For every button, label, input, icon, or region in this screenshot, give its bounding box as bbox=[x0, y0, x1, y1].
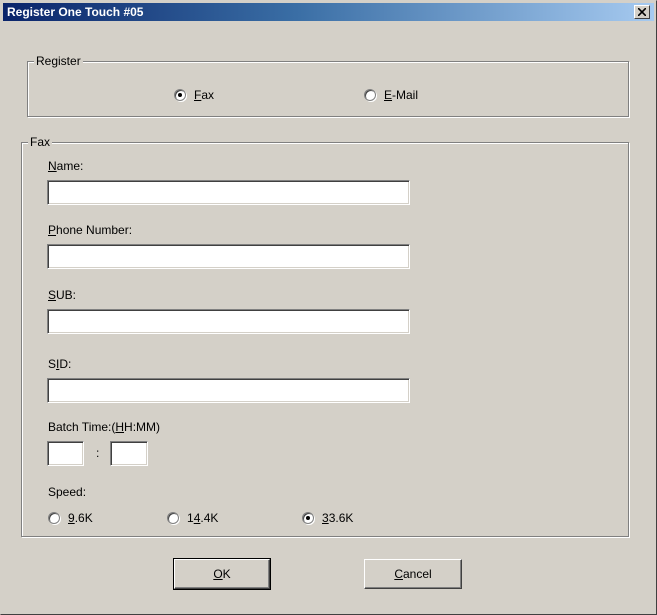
ok-button[interactable]: OK bbox=[173, 558, 271, 590]
batch-time-hours-input[interactable] bbox=[47, 441, 84, 466]
register-email-radio[interactable]: E-Mail bbox=[364, 88, 418, 102]
register-fax-rest: ax bbox=[201, 88, 215, 102]
phone-number-input[interactable] bbox=[47, 244, 410, 269]
sub-label: SUB: bbox=[48, 288, 77, 302]
batch-time-separator: : bbox=[96, 446, 100, 460]
register-email-rest: -Mail bbox=[392, 88, 419, 102]
register-fax-label[interactable]: Fax bbox=[194, 88, 214, 102]
speed-33-6k-label[interactable]: 33.6K bbox=[322, 511, 353, 525]
register-email-label[interactable]: E-Mail bbox=[384, 88, 418, 102]
close-icon bbox=[638, 8, 646, 16]
register-fax-radio-indicator[interactable] bbox=[174, 89, 186, 101]
speed-14-4k-label[interactable]: 14.4K bbox=[187, 511, 218, 525]
register-fax-radio[interactable]: Fax bbox=[174, 88, 214, 102]
batch-time-label: Batch Time:(HH:MM) bbox=[48, 420, 161, 434]
speed-label: Speed: bbox=[48, 485, 87, 499]
title-bar[interactable]: Register One Touch #05 bbox=[3, 3, 654, 21]
register-group-label: Register bbox=[34, 54, 83, 68]
sub-input[interactable] bbox=[47, 309, 410, 334]
window-title: Register One Touch #05 bbox=[7, 5, 144, 19]
speed-14-4k-radio[interactable]: 14.4K bbox=[167, 511, 218, 525]
register-email-accel: E bbox=[384, 88, 393, 102]
name-label: Name: bbox=[48, 159, 84, 173]
register-one-touch-dialog: Register One Touch #05 Register Fax E-Ma… bbox=[0, 0, 657, 615]
cancel-button[interactable]: Cancel bbox=[364, 559, 462, 589]
speed-9-6k-radio[interactable]: 9.6K bbox=[48, 511, 93, 525]
register-groupbox: Register Fax E-Mail bbox=[27, 54, 629, 117]
fax-group-label: Fax bbox=[28, 135, 53, 149]
speed-33-6k-radio-indicator[interactable] bbox=[302, 512, 314, 524]
speed-9-6k-label[interactable]: 9.6K bbox=[68, 511, 93, 525]
register-email-radio-indicator[interactable] bbox=[364, 89, 376, 101]
name-input[interactable] bbox=[47, 180, 410, 205]
speed-14-4k-radio-indicator[interactable] bbox=[167, 512, 179, 524]
speed-9-6k-radio-indicator[interactable] bbox=[48, 512, 60, 524]
sid-label: SID: bbox=[48, 357, 72, 371]
batch-time-minutes-input[interactable] bbox=[110, 441, 148, 466]
close-button[interactable] bbox=[634, 5, 650, 19]
speed-33-6k-radio[interactable]: 33.6K bbox=[302, 511, 353, 525]
sid-input[interactable] bbox=[47, 378, 410, 403]
phone-number-label: Phone Number: bbox=[48, 223, 133, 237]
